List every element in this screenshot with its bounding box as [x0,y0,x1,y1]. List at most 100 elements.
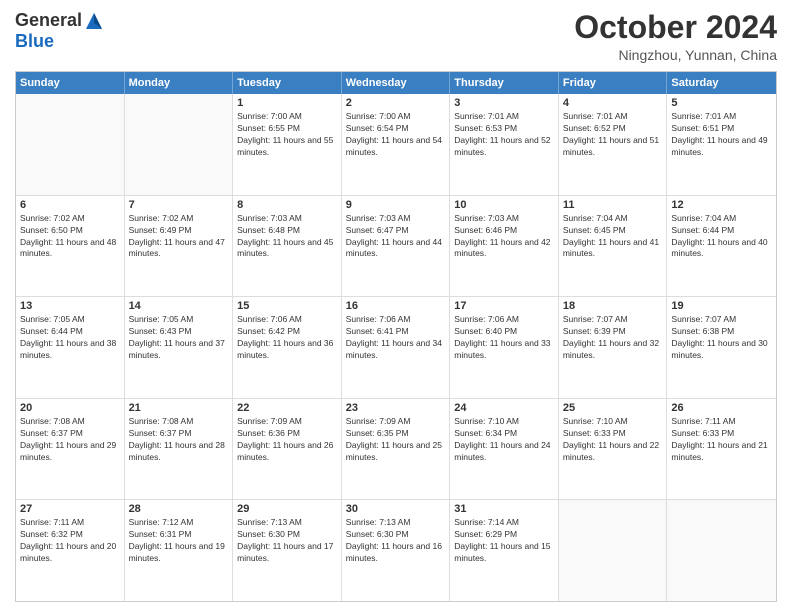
day-number: 20 [20,402,120,414]
day-number: 3 [454,97,554,109]
calendar-cell: 18 Sunrise: 7:07 AM Sunset: 6:39 PM Dayli… [559,297,668,398]
day-number: 7 [129,199,229,211]
calendar-cell: 12Sunrise: 7:04 AM Sunset: 6:44 PM Dayli… [667,196,776,297]
day-number: 13 [20,300,120,312]
cell-text: Sunrise: 7:06 AM Sunset: 6:40 PM Dayligh… [454,314,554,362]
cell-text: Sunrise: 7:13 AM Sunset: 6:30 PM Dayligh… [237,517,337,565]
calendar-cell: 27 Sunrise: 7:11 AM Sunset: 6:32 PM Dayli… [16,500,125,601]
cell-text: Sunrise: 7:02 AM Sunset: 6:49 PM Dayligh… [129,213,229,261]
header-cell-saturday: Saturday [667,72,776,94]
day-number: 26 [671,402,772,414]
calendar-cell: 1 Sunrise: 7:00 AM Sunset: 6:55 PM Daylig… [233,94,342,195]
calendar-cell: 16 Sunrise: 7:06 AM Sunset: 6:41 PM Dayli… [342,297,451,398]
month-title: October 2024 [574,10,777,45]
day-number: 19 [671,300,772,312]
calendar-cell: 30 Sunrise: 7:13 AM Sunset: 6:30 PM Dayli… [342,500,451,601]
day-number: 12 [671,199,772,211]
calendar-cell: 25Sunrise: 7:10 AM Sunset: 6:33 PM Dayli… [559,399,668,500]
header-cell-friday: Friday [559,72,668,94]
calendar-cell: 9Sunrise: 7:03 AM Sunset: 6:47 PM Daylig… [342,196,451,297]
calendar-cell: 15Sunrise: 7:06 AM Sunset: 6:42 PM Dayli… [233,297,342,398]
cell-text: Sunrise: 7:08 AM Sunset: 6:37 PM Dayligh… [129,416,229,464]
day-number: 24 [454,402,554,414]
title-block: October 2024 Ningzhou, Yunnan, China [574,10,777,63]
calendar-cell: 3 Sunrise: 7:01 AM Sunset: 6:53 PM Daylig… [450,94,559,195]
logo-blue-text: Blue [15,31,54,52]
calendar-cell: 4 Sunrise: 7:01 AM Sunset: 6:52 PM Daylig… [559,94,668,195]
calendar-cell: 24 Sunrise: 7:10 AM Sunset: 6:34 PM Dayli… [450,399,559,500]
calendar-row-0: 1 Sunrise: 7:00 AM Sunset: 6:55 PM Daylig… [16,94,776,196]
cell-text: Sunrise: 7:07 AM Sunset: 6:38 PM Dayligh… [671,314,772,362]
cell-text: Sunrise: 7:00 AM Sunset: 6:54 PM Dayligh… [346,111,446,159]
calendar-cell: 31Sunrise: 7:14 AM Sunset: 6:29 PM Dayli… [450,500,559,601]
cell-text: Sunrise: 7:04 AM Sunset: 6:45 PM Dayligh… [563,213,663,261]
day-number: 11 [563,199,663,211]
calendar-cell: 7 Sunrise: 7:02 AM Sunset: 6:49 PM Daylig… [125,196,234,297]
day-number: 27 [20,503,120,515]
calendar-cell: 6 Sunrise: 7:02 AM Sunset: 6:50 PM Daylig… [16,196,125,297]
logo: General Blue [15,10,104,52]
cell-text: Sunrise: 7:01 AM Sunset: 6:53 PM Dayligh… [454,111,554,159]
calendar-cell [667,500,776,601]
calendar-cell: 19 Sunrise: 7:07 AM Sunset: 6:38 PM Dayli… [667,297,776,398]
day-number: 16 [346,300,446,312]
header-cell-thursday: Thursday [450,72,559,94]
cell-text: Sunrise: 7:09 AM Sunset: 6:35 PM Dayligh… [346,416,446,464]
cell-text: Sunrise: 7:13 AM Sunset: 6:30 PM Dayligh… [346,517,446,565]
day-number: 10 [454,199,554,211]
cell-text: Sunrise: 7:06 AM Sunset: 6:41 PM Dayligh… [346,314,446,362]
cell-text: Sunrise: 7:12 AM Sunset: 6:31 PM Dayligh… [129,517,229,565]
calendar-cell: 5 Sunrise: 7:01 AM Sunset: 6:51 PM Daylig… [667,94,776,195]
cell-text: Sunrise: 7:09 AM Sunset: 6:36 PM Dayligh… [237,416,337,464]
cell-text: Sunrise: 7:14 AM Sunset: 6:29 PM Dayligh… [454,517,554,565]
cell-text: Sunrise: 7:03 AM Sunset: 6:46 PM Dayligh… [454,213,554,261]
cell-text: Sunrise: 7:10 AM Sunset: 6:34 PM Dayligh… [454,416,554,464]
day-number: 25 [563,402,663,414]
header-cell-tuesday: Tuesday [233,72,342,94]
header-cell-sunday: Sunday [16,72,125,94]
cell-text: Sunrise: 7:11 AM Sunset: 6:33 PM Dayligh… [671,416,772,464]
day-number: 9 [346,199,446,211]
calendar-cell: 10 Sunrise: 7:03 AM Sunset: 6:46 PM Dayli… [450,196,559,297]
calendar-cell [125,94,234,195]
calendar: SundayMondayTuesdayWednesdayThursdayFrid… [15,71,777,602]
logo-general-text: General [15,10,82,31]
calendar-body: 1 Sunrise: 7:00 AM Sunset: 6:55 PM Daylig… [16,94,776,601]
day-number: 30 [346,503,446,515]
calendar-cell: 26 Sunrise: 7:11 AM Sunset: 6:33 PM Dayli… [667,399,776,500]
calendar-row-1: 6 Sunrise: 7:02 AM Sunset: 6:50 PM Daylig… [16,196,776,298]
day-number: 2 [346,97,446,109]
cell-text: Sunrise: 7:05 AM Sunset: 6:44 PM Dayligh… [20,314,120,362]
cell-text: Sunrise: 7:01 AM Sunset: 6:51 PM Dayligh… [671,111,772,159]
day-number: 6 [20,199,120,211]
logo-icon [84,11,104,31]
cell-text: Sunrise: 7:08 AM Sunset: 6:37 PM Dayligh… [20,416,120,464]
calendar-cell [559,500,668,601]
cell-text: Sunrise: 7:06 AM Sunset: 6:42 PM Dayligh… [237,314,337,362]
day-number: 14 [129,300,229,312]
cell-text: Sunrise: 7:01 AM Sunset: 6:52 PM Dayligh… [563,111,663,159]
day-number: 5 [671,97,772,109]
header: General Blue October 2024 Ningzhou, Yunn… [15,10,777,63]
calendar-cell: 22 Sunrise: 7:09 AM Sunset: 6:36 PM Dayli… [233,399,342,500]
calendar-cell: 2 Sunrise: 7:00 AM Sunset: 6:54 PM Daylig… [342,94,451,195]
cell-text: Sunrise: 7:00 AM Sunset: 6:55 PM Dayligh… [237,111,337,159]
calendar-header: SundayMondayTuesdayWednesdayThursdayFrid… [16,72,776,94]
day-number: 4 [563,97,663,109]
day-number: 18 [563,300,663,312]
cell-text: Sunrise: 7:11 AM Sunset: 6:32 PM Dayligh… [20,517,120,565]
calendar-cell: 20 Sunrise: 7:08 AM Sunset: 6:37 PM Dayli… [16,399,125,500]
calendar-cell: 29 Sunrise: 7:13 AM Sunset: 6:30 PM Dayli… [233,500,342,601]
cell-text: Sunrise: 7:02 AM Sunset: 6:50 PM Dayligh… [20,213,120,261]
day-number: 22 [237,402,337,414]
day-number: 23 [346,402,446,414]
header-cell-wednesday: Wednesday [342,72,451,94]
cell-text: Sunrise: 7:07 AM Sunset: 6:39 PM Dayligh… [563,314,663,362]
calendar-cell: 14 Sunrise: 7:05 AM Sunset: 6:43 PM Dayli… [125,297,234,398]
day-number: 29 [237,503,337,515]
day-number: 21 [129,402,229,414]
day-number: 28 [129,503,229,515]
cell-text: Sunrise: 7:05 AM Sunset: 6:43 PM Dayligh… [129,314,229,362]
day-number: 1 [237,97,337,109]
calendar-cell [16,94,125,195]
